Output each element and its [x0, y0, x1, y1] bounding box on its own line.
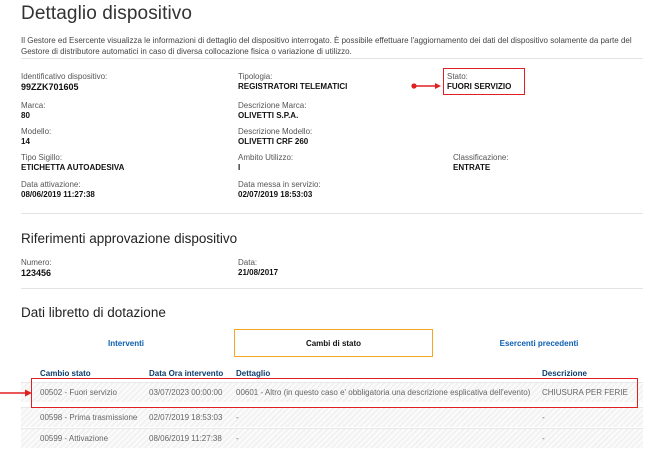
field-descr-modello: Descrizione Modello: OLIVETTI CRF 260	[238, 127, 312, 147]
field-id-value: 99ZZK701605	[21, 82, 79, 92]
tab-esercenti-precedenti[interactable]: Esercenti precedenti	[435, 329, 643, 357]
field-data-attivazione-label: Data attivazione:	[21, 180, 81, 189]
col-dettaglio: Dettaglio	[236, 369, 271, 378]
field-modello-value: 14	[21, 137, 30, 146]
field-tipologia-value: REGISTRATORI TELEMATICI	[238, 82, 348, 91]
field-data-value: 21/08/2017	[238, 268, 279, 277]
tab-cambi-di-stato[interactable]: Cambi di stato	[234, 329, 433, 357]
cell-cambio-stato: 00599 - Attivazione	[40, 434, 109, 443]
field-numero: Numero: 123456	[21, 258, 52, 278]
field-descr-modello-label: Descrizione Modello:	[238, 127, 313, 136]
cell-dettaglio: -	[236, 434, 239, 443]
field-marca-label: Marca:	[21, 101, 46, 110]
field-classificazione-value: ENTRATE	[453, 163, 491, 172]
section-title-libretto: Dati libretto di dotazione	[21, 305, 166, 320]
field-ambito-value: I	[238, 163, 241, 172]
field-classificazione: Classificazione: ENTRATE	[453, 153, 509, 173]
tab-interventi[interactable]: Interventi	[21, 329, 231, 357]
field-stato: Stato: FUORI SERVIZIO	[447, 72, 511, 92]
col-data-ora: Data Ora intervento	[149, 369, 224, 378]
field-modello: Modello: 14	[21, 127, 51, 147]
field-data-servizio-value: 02/07/2019 18:53:03	[238, 190, 313, 199]
field-data-attivazione: Data attivazione: 08/06/2019 11:27:38	[21, 180, 95, 200]
field-data-label: Data:	[238, 258, 258, 267]
col-descrizione: Descrizione	[542, 369, 587, 378]
field-marca: Marca: 80	[21, 101, 45, 121]
table-row[interactable]: 00598 - Prima trasmissione 02/07/2019 18…	[21, 407, 643, 427]
field-descr-marca-value: OLIVETTI S.P.A.	[238, 111, 299, 120]
cell-data-ora: 08/06/2019 11:27:38	[149, 434, 222, 443]
divider	[21, 213, 643, 214]
field-tipo-sigillo-label: Tipo Sigillo:	[21, 153, 63, 162]
field-tipo-sigillo: Tipo Sigillo: ETICHETTA AUTOADESIVA	[21, 153, 124, 173]
annotation-arrow-icon	[0, 389, 32, 397]
field-ambito: Ambito Utilizzo: I	[238, 153, 293, 173]
field-data: Data: 21/08/2017	[238, 258, 278, 278]
section-title-approvazione: Riferimenti approvazione dispositivo	[21, 231, 238, 246]
cell-data-ora: 02/07/2019 18:53:03	[149, 413, 223, 422]
page-title: Dettaglio dispositivo	[21, 3, 193, 24]
field-stato-value: FUORI SERVIZIO	[447, 82, 512, 91]
field-data-servizio-label: Data messa in servizio:	[238, 180, 321, 189]
field-data-attivazione-value: 08/06/2019 11:27:38	[21, 190, 95, 199]
field-numero-value: 123456	[21, 268, 52, 278]
field-descr-marca-label: Descrizione Marca:	[238, 101, 307, 110]
field-id-label: Identificativo dispositivo:	[21, 72, 108, 81]
table-row[interactable]: 00599 - Attivazione 08/06/2019 11:27:38 …	[21, 428, 643, 448]
divider	[21, 58, 643, 59]
field-modello-label: Modello:	[21, 127, 52, 136]
cell-dettaglio: -	[236, 413, 239, 422]
cell-cambio-stato: 00598 - Prima trasmissione	[40, 413, 138, 422]
field-data-servizio: Data messa in servizio: 02/07/2019 18:53…	[238, 180, 321, 200]
cell-descrizione: -	[542, 413, 545, 422]
field-tipo-sigillo-value: ETICHETTA AUTOADESIVA	[21, 163, 125, 172]
field-numero-label: Numero:	[21, 258, 52, 267]
field-ambito-label: Ambito Utilizzo:	[238, 153, 294, 162]
intro-text: Il Gestore ed Esercente visualizza le in…	[21, 36, 632, 56]
field-descr-modello-value: OLIVETTI CRF 260	[238, 137, 309, 146]
field-descr-marca: Descrizione Marca: OLIVETTI S.P.A.	[238, 101, 306, 121]
field-tipologia: Tipologia: REGISTRATORI TELEMATICI	[238, 72, 347, 92]
annotation-arrow-icon	[411, 83, 441, 89]
field-tipologia-label: Tipologia:	[238, 72, 273, 81]
field-marca-value: 80	[21, 111, 30, 120]
row-highlight-box	[31, 378, 638, 408]
field-classificazione-label: Classificazione:	[453, 153, 509, 162]
field-stato-label: Stato:	[447, 72, 468, 81]
field-id: Identificativo dispositivo: 99ZZK701605	[21, 72, 107, 92]
cell-descrizione: -	[542, 434, 545, 443]
col-cambio-stato: Cambio stato	[40, 369, 91, 378]
divider	[21, 288, 643, 289]
libretto-tabs: Interventi Cambi di stato Esercenti prec…	[21, 329, 643, 357]
